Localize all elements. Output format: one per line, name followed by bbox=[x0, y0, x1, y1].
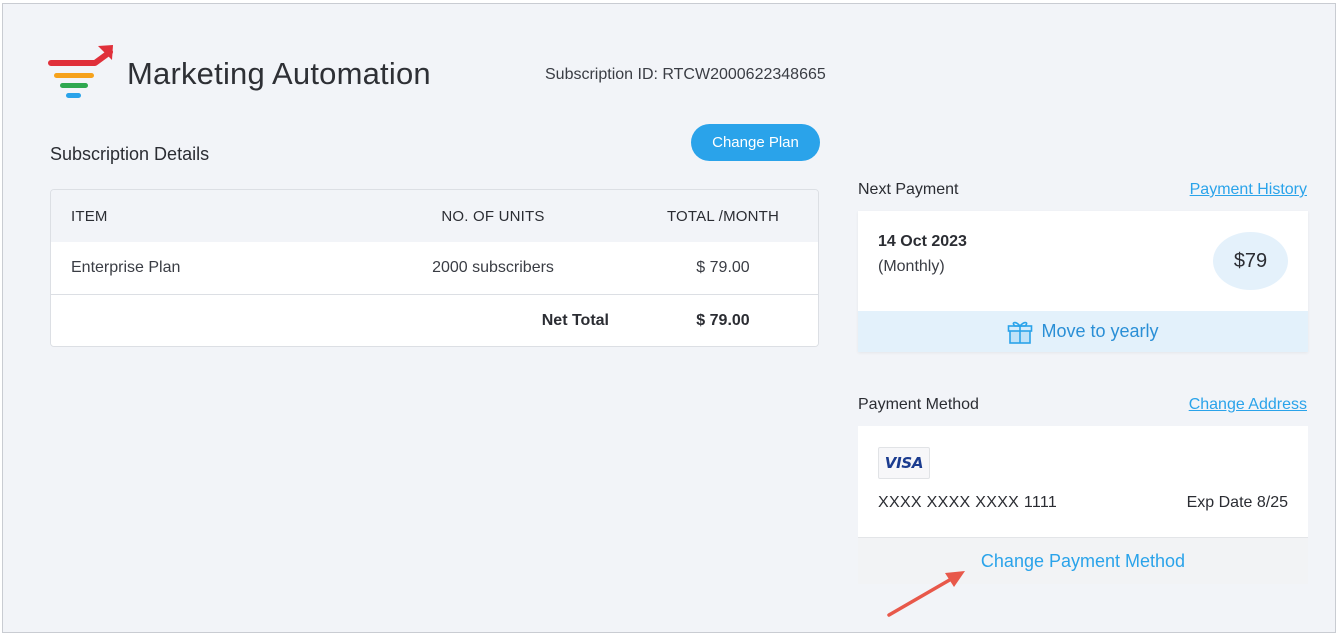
page-frame: Marketing Automation Subscription ID: RT… bbox=[2, 3, 1336, 633]
column-header-units: NO. OF UNITS bbox=[441, 207, 545, 225]
card-number: XXXX XXXX XXXX 1111 bbox=[878, 494, 1058, 511]
change-payment-method-label: Change Payment Method bbox=[980, 550, 1186, 571]
row-item: Enterprise Plan bbox=[71, 259, 181, 276]
move-to-yearly-label: Move to yearly bbox=[1041, 321, 1159, 341]
visa-card-icon: VISA bbox=[878, 447, 930, 479]
payment-method-card: VISA XXXX XXXX XXXX 1111 Exp Date 8/25 C… bbox=[858, 426, 1308, 584]
card-expiry: Exp Date 8/25 bbox=[1186, 494, 1288, 511]
subscription-details-title: Subscription Details bbox=[50, 144, 210, 164]
app-title: Marketing Automation bbox=[127, 56, 431, 91]
payment-history-link[interactable]: Payment History bbox=[1190, 181, 1307, 199]
next-payment-card: 14 Oct 2023 (Monthly) $79 Move to yearly bbox=[858, 211, 1308, 352]
next-payment-date: 14 Oct 2023 bbox=[878, 233, 967, 250]
net-total-value: $ 79.00 bbox=[696, 312, 750, 329]
column-header-total: TOTAL /MONTH bbox=[666, 207, 780, 225]
row-total: $ 79.00 bbox=[696, 259, 750, 276]
payment-method-title: Payment Method bbox=[858, 396, 979, 413]
annotation-arrow bbox=[887, 571, 965, 617]
subscription-id: Subscription ID: RTCW2000622348665 bbox=[545, 66, 826, 83]
table-header: ITEM NO. OF UNITS TOTAL /MONTH bbox=[51, 190, 818, 242]
table-row: Enterprise Plan 2000 subscribers $ 79.00 bbox=[51, 242, 818, 295]
marketing-automation-logo bbox=[48, 45, 113, 98]
change-address-link[interactable]: Change Address bbox=[1189, 396, 1307, 414]
net-total-label: Net Total bbox=[541, 312, 609, 329]
row-units: 2000 subscribers bbox=[432, 259, 554, 276]
next-payment-amount: $79 bbox=[1213, 232, 1288, 290]
column-header-item: ITEM bbox=[71, 207, 108, 225]
subscription-table: ITEM NO. OF UNITS TOTAL /MONTH Enterpris… bbox=[50, 189, 819, 347]
net-total-row: Net Total $ 79.00 bbox=[51, 295, 818, 346]
gift-icon bbox=[1008, 321, 1033, 344]
move-to-yearly-button[interactable]: Move to yearly bbox=[858, 311, 1308, 352]
next-payment-period: (Monthly) bbox=[878, 258, 945, 275]
next-payment-title: Next Payment bbox=[858, 181, 959, 198]
change-plan-button[interactable]: Change Plan bbox=[691, 124, 820, 161]
